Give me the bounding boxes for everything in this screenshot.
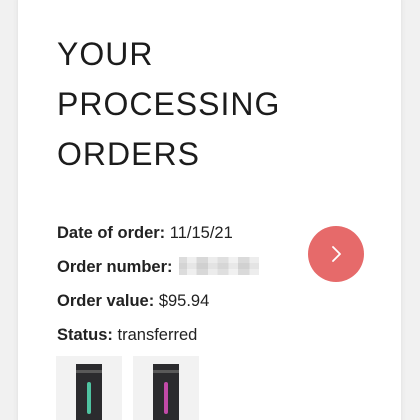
page-title-line: PROCESSING — [57, 86, 281, 122]
order-card: YOUR PROCESSING ORDERS Date of order: 11… — [18, 0, 401, 420]
product-box-image — [76, 364, 102, 420]
order-number-redacted — [179, 257, 260, 275]
order-value-amount: $95.94 — [158, 292, 210, 310]
order-date-row: Date of order: 11/15/21 — [57, 221, 297, 255]
order-value-label: Order value: — [57, 292, 155, 310]
order-number-label: Order number: — [57, 258, 173, 276]
product-box-band — [153, 370, 179, 373]
order-status-value: transferred — [117, 326, 198, 344]
product-box-band — [76, 370, 102, 373]
product-thumbnail[interactable] — [56, 356, 122, 420]
order-details: Date of order: 11/15/21 Order number: Or… — [57, 221, 297, 357]
chevron-right-icon — [332, 246, 341, 262]
product-vial — [164, 382, 168, 414]
order-status-label: Status: — [57, 326, 113, 344]
order-date-label: Date of order: — [57, 224, 166, 242]
order-value-row: Order value: $95.94 — [57, 289, 297, 323]
product-thumbnail[interactable] — [133, 356, 199, 420]
order-status-row: Status: transferred — [57, 323, 297, 357]
order-number-row: Order number: — [57, 255, 297, 289]
page-title-line: YOUR — [57, 36, 154, 72]
product-vial — [87, 382, 91, 414]
page-title-line: ORDERS — [57, 136, 200, 172]
open-order-button[interactable] — [308, 226, 364, 282]
page-title: YOUR PROCESSING ORDERS — [57, 29, 280, 179]
order-date-value: 11/15/21 — [169, 224, 233, 242]
product-box-image — [153, 364, 179, 420]
